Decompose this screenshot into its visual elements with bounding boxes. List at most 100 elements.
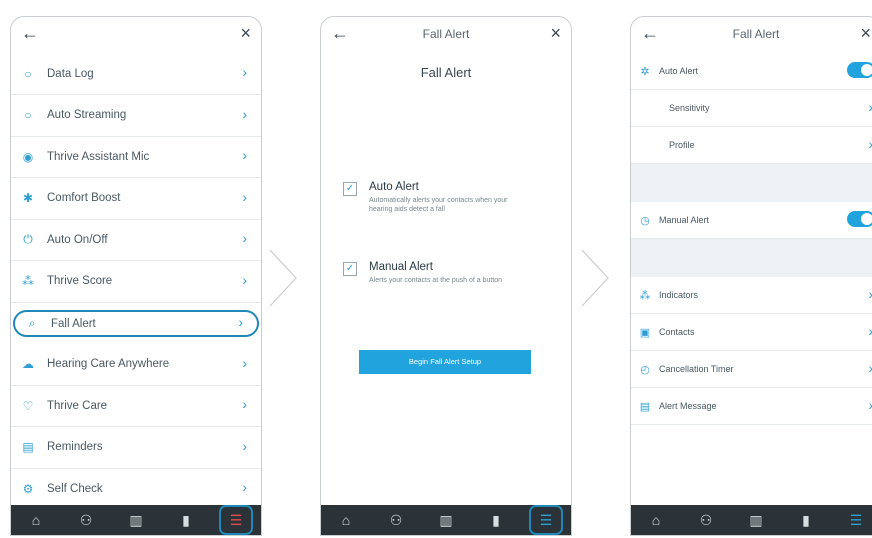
back-arrow-icon[interactable]: ←	[21, 23, 39, 44]
contacts-label: Contacts	[659, 327, 695, 337]
menu-icon[interactable]: ☰	[219, 505, 253, 535]
menu-item-label: Fall Alert	[51, 317, 96, 330]
profile-row[interactable]: Profile ›	[631, 127, 872, 164]
manual-alert-toggle[interactable]	[847, 211, 872, 227]
sensitivity-row[interactable]: Sensitivity ›	[631, 90, 872, 127]
chevron-right-icon: ›	[868, 360, 872, 376]
menu-item-icon: ⏻	[23, 232, 33, 246]
manual-alert-row: ◷ Manual Alert	[631, 202, 872, 239]
top-bar: ← Fall Alert ×	[321, 17, 571, 53]
chevron-right-icon: ›	[242, 437, 247, 454]
auto-alert-description: Automatically alerts your contacts when …	[369, 197, 508, 213]
chevron-right-icon: ›	[868, 323, 872, 339]
top-bar: ← Fall Alert ×	[631, 17, 872, 53]
bottom-nav: ⌂ ⚇ ▥ ▮ ☰	[321, 505, 571, 535]
people-icon[interactable]: ⚇	[691, 512, 721, 529]
menu-item-thrive-assistant-mic[interactable]: ◉ Thrive Assistant Mic ›	[11, 136, 261, 178]
menu-icon[interactable]: ☰	[529, 505, 563, 535]
fall-alert-intro-screen: ← Fall Alert × Fall Alert ✓ Auto Alert A…	[320, 16, 572, 536]
menu-item-data-log[interactable]: ○ Data Log ›	[11, 53, 261, 95]
auto-alert-label: Auto Alert	[659, 66, 699, 76]
chevron-right-icon: ›	[242, 64, 247, 80]
stats-icon[interactable]: ▥	[741, 512, 771, 529]
auto-alert-title: Auto Alert	[369, 181, 419, 193]
people-icon[interactable]: ⚇	[71, 512, 101, 529]
menu-item-icon: ♡	[22, 398, 34, 413]
close-icon[interactable]: ×	[860, 23, 871, 44]
auto-alert-checkbox[interactable]: ✓	[343, 182, 357, 196]
menu-item-icon: ⁂	[22, 274, 34, 288]
chevron-right-icon: ›	[868, 397, 872, 413]
menu-item-comfort-boost[interactable]: ✱ Comfort Boost ›	[11, 178, 261, 220]
auto-alert-option[interactable]: ✓ Auto Alert Automatically alerts your c…	[343, 181, 551, 214]
sensitivity-label: Sensitivity	[669, 103, 710, 113]
home-icon[interactable]: ⌂	[331, 512, 361, 528]
section-gap	[631, 164, 872, 202]
menu-item-label: Comfort Boost	[47, 192, 121, 204]
menu-item-label: Data Log	[47, 67, 94, 80]
menu-item-label: Reminders	[47, 441, 103, 453]
chevron-right-icon: ›	[868, 286, 872, 302]
chevron-right-icon: ›	[238, 314, 243, 330]
cancellation-timer-row[interactable]: ◴ Cancellation Timer ›	[631, 351, 872, 388]
menu-item-auto-on-off[interactable]: ⏻ Auto On/Off ›	[11, 219, 261, 261]
device-icon[interactable]: ▮	[791, 512, 821, 529]
menu-item-thrive-care[interactable]: ♡ Thrive Care ›	[11, 385, 261, 427]
manual-alert-title: Manual Alert	[369, 261, 433, 273]
chevron-right-icon: ›	[868, 99, 872, 115]
menu-item-label: Self Check	[47, 482, 103, 495]
manual-alert-icon: ◷	[640, 214, 650, 227]
menu-item-icon: ○	[24, 108, 32, 122]
auto-alert-row: ✲ Auto Alert	[631, 53, 872, 90]
profile-label: Profile	[669, 140, 695, 150]
indicators-label: Indicators	[659, 290, 699, 300]
menu-item-thrive-score[interactable]: ⁂ Thrive Score ›	[11, 261, 261, 303]
bottom-nav: ⌂ ⚇ ▥ ▮ ☰	[631, 505, 872, 535]
alert-message-row[interactable]: ▤ Alert Message ›	[631, 388, 872, 425]
auto-alert-toggle[interactable]	[847, 62, 872, 78]
flow-arrow-icon	[581, 249, 609, 307]
menu-item-label: Auto Streaming	[47, 109, 127, 121]
chevron-right-icon: ›	[242, 188, 247, 205]
bottom-nav: ⌂ ⚇ ▥ ▮ ☰	[11, 505, 261, 535]
contacts-row[interactable]: ▣ Contacts ›	[631, 314, 872, 351]
begin-setup-button[interactable]: Begin Fall Alert Setup	[359, 350, 531, 374]
stats-icon[interactable]: ▥	[121, 512, 151, 529]
chevron-right-icon: ›	[242, 271, 247, 288]
manual-alert-option[interactable]: ✓ Manual Alert Alerts your contacts at t…	[343, 261, 551, 285]
menu-item-icon: ☁	[22, 357, 34, 371]
section-gap	[631, 239, 872, 277]
menu-item-self-check[interactable]: ⚙ Self Check ›	[11, 468, 261, 510]
chevron-right-icon: ›	[242, 479, 247, 495]
menu-icon[interactable]: ☰	[841, 512, 871, 529]
menu-item-fall-alert[interactable]: ⌕ Fall Alert ›	[13, 310, 259, 337]
home-icon[interactable]: ⌂	[21, 512, 51, 528]
device-icon[interactable]: ▮	[481, 512, 511, 529]
menu-item-icon: ◉	[22, 149, 34, 164]
timer-icon: ◴	[640, 363, 650, 376]
manual-alert-checkbox[interactable]: ✓	[343, 262, 357, 276]
people-icon[interactable]: ⚇	[381, 512, 411, 529]
menu-item-auto-streaming[interactable]: ○ Auto Streaming ›	[11, 95, 261, 137]
menu-item-hearing-care-anywhere[interactable]: ☁ Hearing Care Anywhere ›	[11, 344, 261, 386]
screen-title: Fall Alert	[422, 27, 470, 41]
top-bar: ← ×	[11, 17, 261, 53]
menu-item-reminders[interactable]: ▤ Reminders ›	[11, 427, 261, 469]
manual-alert-label: Manual Alert	[659, 215, 710, 225]
menu-item-label: Hearing Care Anywhere	[47, 358, 170, 370]
device-icon[interactable]: ▮	[171, 512, 201, 529]
settings-menu-screen: ← × ○ Data Log › ○ Auto Streaming › ◉ Thrive As…	[10, 16, 262, 536]
auto-alert-icon: ✲	[640, 65, 650, 78]
message-icon: ▤	[639, 400, 651, 413]
home-icon[interactable]: ⌂	[641, 512, 671, 528]
close-icon[interactable]: ×	[550, 23, 561, 44]
stats-icon[interactable]: ▥	[431, 512, 461, 529]
indicators-row[interactable]: ⁂ Indicators ›	[631, 277, 872, 314]
close-icon[interactable]: ×	[240, 23, 251, 44]
cancellation-timer-label: Cancellation Timer	[659, 364, 734, 374]
menu-item-label: Thrive Care	[47, 399, 108, 412]
menu-item-icon: ✱	[22, 191, 34, 205]
fall-alert-settings-screen: ← Fall Alert × ✲ Auto Alert Sensitivity …	[630, 16, 872, 536]
menu-item-label: Thrive Score	[47, 275, 113, 287]
chevron-right-icon: ›	[242, 396, 247, 412]
